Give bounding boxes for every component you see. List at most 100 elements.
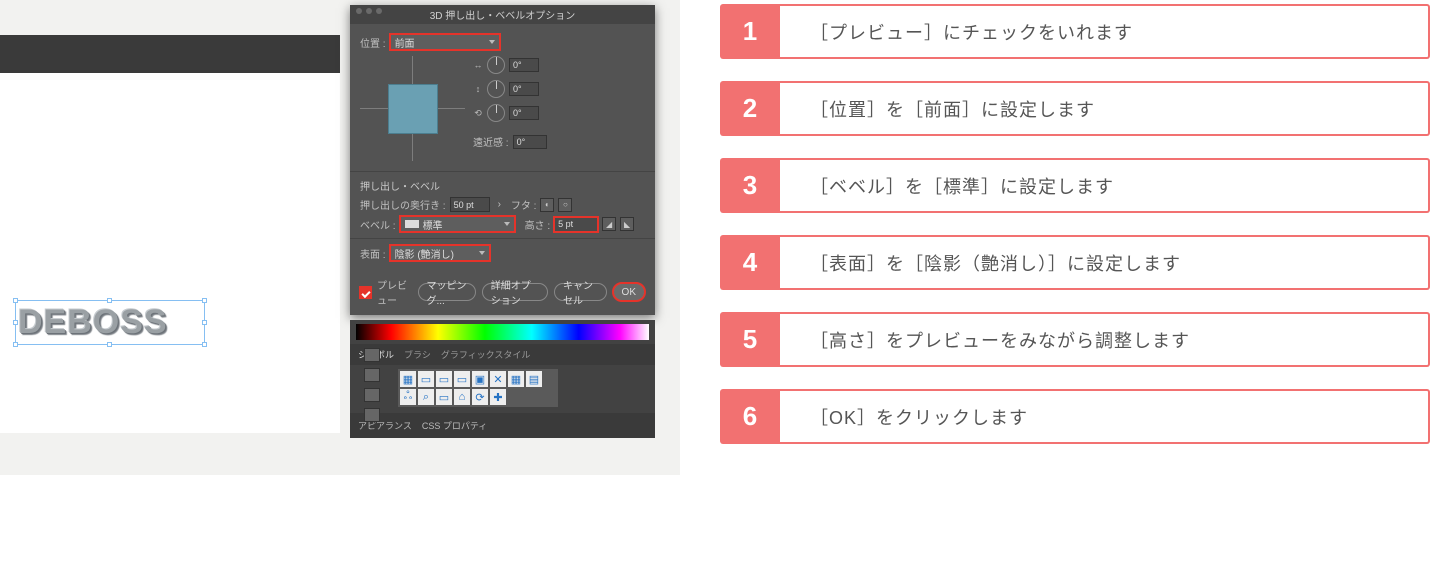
tab-graphic-style[interactable]: グラフィックスタイル [441, 348, 531, 361]
bevel-swatch-icon [405, 220, 419, 228]
instruction-list: 1 ［プレビュー］にチェックをいれます 2 ［位置］を［前面］に設定します 3 … [720, 4, 1430, 444]
selection-handle[interactable] [13, 298, 18, 303]
symbol-item[interactable]: ஃ [400, 389, 416, 405]
panel-tabs: シンボル ブラシ グラフィックスタイル [350, 344, 655, 365]
step-text: ［ベベル］を［標準］に設定します [780, 158, 1430, 213]
symbol-item[interactable]: ▦ [508, 371, 524, 387]
symbol-item[interactable]: ▭ [454, 371, 470, 387]
perspective-field[interactable]: 0° [513, 135, 547, 149]
selection-handle[interactable] [202, 320, 207, 325]
left-screenshot-area: DEBOSS 3D 押し出し・ベベルオプション 位置 : 前面 [0, 0, 680, 475]
angle-y-field[interactable]: 0° [509, 82, 539, 96]
angle-z-field[interactable]: 0° [509, 106, 539, 120]
mapping-button[interactable]: マッピング... [418, 283, 476, 301]
selection-handle[interactable] [107, 342, 112, 347]
selection-frame: DEBOSS [15, 300, 205, 345]
step-number: 3 [720, 158, 780, 213]
bevel-label: ベベル : [360, 217, 396, 232]
deboss-text: DEBOSS [18, 303, 202, 342]
symbol-item[interactable]: ⟳ [472, 389, 488, 405]
symbol-item[interactable]: ⌕ [418, 389, 434, 405]
rotation-cube-widget[interactable] [360, 56, 465, 161]
bevel-dropdown[interactable]: 標準 [400, 216, 515, 232]
axis-x-icon: ↔ [473, 60, 483, 70]
preview-checkbox[interactable] [360, 287, 371, 298]
surface-dropdown[interactable]: 陰影 (艶消し) [390, 245, 490, 261]
cancel-button[interactable]: キャンセル [554, 283, 607, 301]
step-item: 4 ［表面］を［陰影（艶消し）］に設定します [720, 235, 1430, 290]
step-number: 2 [720, 81, 780, 136]
bevel-out-button[interactable]: ◣ [620, 217, 634, 231]
position-value: 前面 [395, 35, 415, 50]
color-spectrum[interactable] [356, 324, 649, 340]
step-item: 3 ［ベベル］を［標準］に設定します [720, 158, 1430, 213]
angle-x-knob[interactable] [487, 56, 505, 74]
panel-icon[interactable] [364, 348, 380, 362]
step-item: 5 ［高さ］をプレビューをみながら調整します [720, 312, 1430, 367]
window-controls[interactable] [356, 8, 382, 14]
selection-handle[interactable] [13, 320, 18, 325]
step-item: 6 ［OK］をクリックします [720, 389, 1430, 444]
angle-x-field[interactable]: 0° [509, 58, 539, 72]
cap-on-button[interactable]: ◐ [540, 198, 554, 212]
symbol-item[interactable]: ▭ [418, 371, 434, 387]
symbol-item[interactable]: ▭ [436, 371, 452, 387]
symbol-grid: ▦ ▭ ▭ ▭ ▣ ✕ ▦ ▤ ஃ ⌕ ▭ ⌂ ⟳ ✚ [398, 369, 558, 407]
bevel-in-button[interactable]: ◢ [602, 217, 616, 231]
step-number: 6 [720, 389, 780, 444]
angle-z-knob[interactable] [487, 104, 505, 122]
panel-icon[interactable] [364, 408, 380, 422]
axis-y-icon: ↕ [473, 84, 483, 94]
selection-handle[interactable] [202, 298, 207, 303]
symbol-item[interactable]: ▭ [436, 389, 452, 405]
depth-label: 押し出しの奥行き : [360, 197, 446, 212]
ok-button[interactable]: OK [613, 283, 645, 301]
3d-extrude-dialog: 3D 押し出し・ベベルオプション 位置 : 前面 ↔ [350, 5, 655, 315]
panel-icon-rail [350, 320, 394, 422]
symbol-item[interactable]: ✕ [490, 371, 506, 387]
tab-css-properties[interactable]: CSS プロパティ [422, 419, 487, 432]
symbol-item[interactable]: ▦ [400, 371, 416, 387]
angle-y-knob[interactable] [487, 80, 505, 98]
symbol-item[interactable]: ▤ [526, 371, 542, 387]
selection-handle[interactable] [107, 298, 112, 303]
tab-brush[interactable]: ブラシ [404, 348, 431, 361]
symbol-item[interactable]: ⌂ [454, 389, 470, 405]
step-item: 1 ［プレビュー］にチェックをいれます [720, 4, 1430, 59]
canvas-dark-strip [0, 35, 340, 73]
cap-label: フタ : [511, 197, 537, 212]
symbol-item[interactable]: ▣ [472, 371, 488, 387]
cap-off-button[interactable]: ○ [558, 198, 572, 212]
symbol-item[interactable]: ✚ [490, 389, 506, 405]
step-text: ［位置］を［前面］に設定します [780, 81, 1430, 136]
surface-label: 表面 : [360, 246, 386, 261]
height-field[interactable]: 5 pt [554, 217, 598, 232]
surface-value: 陰影 (艶消し) [395, 246, 454, 261]
step-text: ［高さ］をプレビューをみながら調整します [780, 312, 1430, 367]
position-label: 位置 : [360, 35, 386, 50]
step-number: 4 [720, 235, 780, 290]
perspective-label: 遠近感 : [473, 134, 509, 149]
detail-options-button[interactable]: 詳細オプション [482, 283, 548, 301]
extrude-section-title: 押し出し・ベベル [360, 178, 645, 193]
dialog-title-bar[interactable]: 3D 押し出し・ベベルオプション [350, 5, 655, 24]
panels-area: シンボル ブラシ グラフィックスタイル ▦ ▭ ▭ ▭ ▣ ✕ ▦ ▤ ஃ ⌕ … [350, 320, 655, 438]
panel-icon[interactable] [364, 368, 380, 382]
position-dropdown[interactable]: 前面 [390, 34, 500, 50]
axis-z-icon: ⟲ [473, 108, 483, 118]
artboard [0, 73, 340, 433]
dialog-title: 3D 押し出し・ベベルオプション [430, 11, 576, 22]
step-number: 5 [720, 312, 780, 367]
step-text: ［OK］をクリックします [780, 389, 1430, 444]
step-item: 2 ［位置］を［前面］に設定します [720, 81, 1430, 136]
bevel-value: 標準 [423, 217, 443, 232]
step-text: ［表面］を［陰影（艶消し）］に設定します [780, 235, 1430, 290]
selection-handle[interactable] [13, 342, 18, 347]
height-label: 高さ : [525, 217, 551, 232]
panel-icon[interactable] [364, 388, 380, 402]
rotation-cube[interactable] [388, 84, 438, 134]
step-number: 1 [720, 4, 780, 59]
panel-tabs-lower: アピアランス CSS プロパティ [350, 413, 655, 438]
selection-handle[interactable] [202, 342, 207, 347]
depth-field[interactable]: 50 pt [450, 197, 490, 212]
